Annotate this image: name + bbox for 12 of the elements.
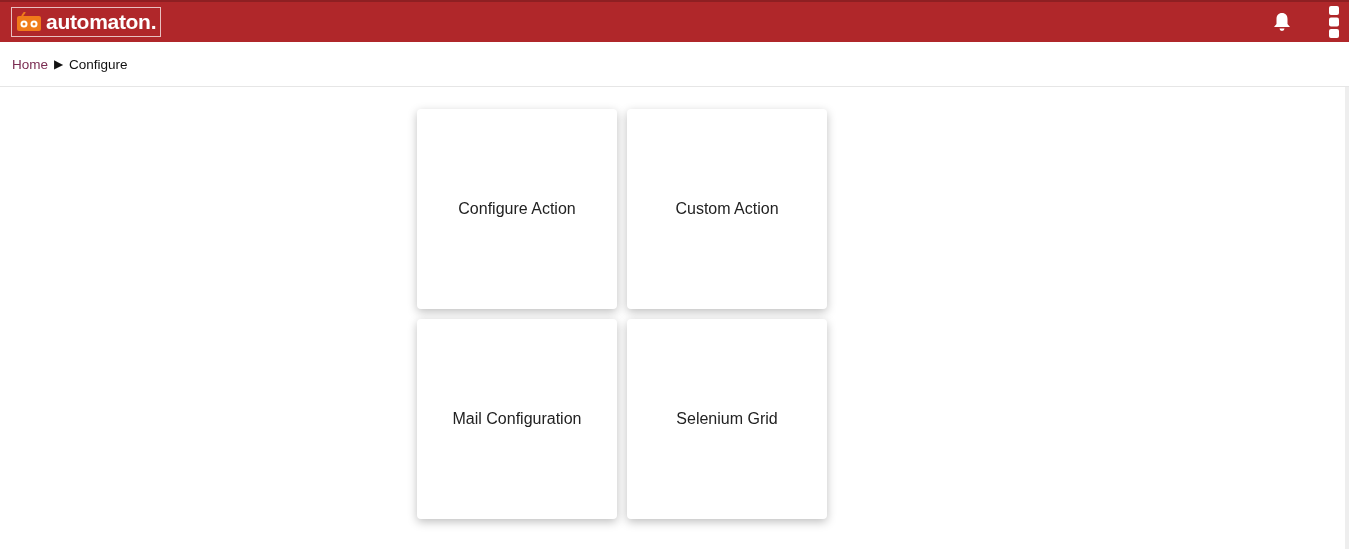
logo[interactable]: automaton.	[11, 7, 162, 37]
breadcrumb-link[interactable]: Home	[12, 56, 48, 72]
menu-card[interactable]: Custom Action	[627, 109, 827, 309]
menu-icon[interactable]	[1329, 6, 1339, 38]
bell-icon[interactable]	[1273, 12, 1291, 32]
breadcrumb-current: Configure	[69, 56, 128, 72]
menu-card[interactable]: Selenium Grid	[627, 319, 827, 519]
menu-card[interactable]: Configure Action	[417, 109, 617, 309]
breadcrumb-separator: ▶	[54, 57, 63, 71]
logo-text: automaton.	[46, 10, 157, 34]
menu-card[interactable]: Mail Configuration	[417, 319, 617, 519]
radio-icon	[16, 12, 42, 32]
